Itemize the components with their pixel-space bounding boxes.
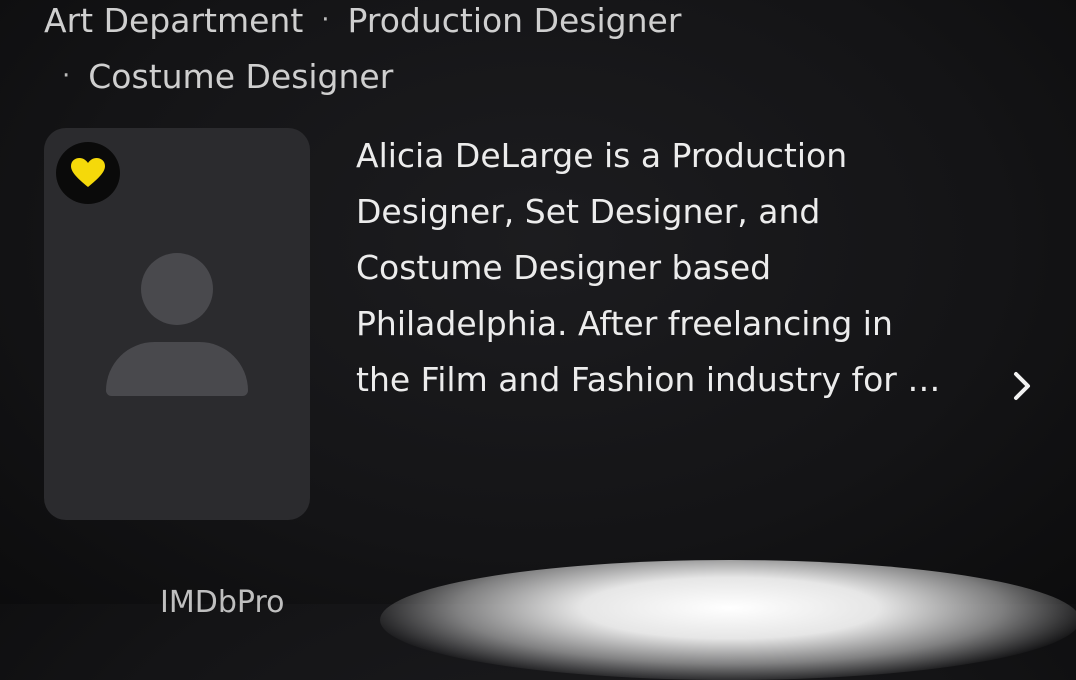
favorite-button[interactable] [56, 142, 120, 204]
role-production-designer[interactable]: Production Designer [348, 1, 682, 40]
bio-line: the Film and Fashion industry for … [356, 360, 941, 399]
separator: · [321, 5, 330, 35]
bio-line: Philadelphia. After freelancing in [356, 304, 893, 343]
bio-text[interactable]: Alicia DeLarge is a Production Designer,… [356, 128, 1016, 408]
chevron-right-icon [1014, 372, 1030, 400]
bio-line: Costume Designer based [356, 248, 772, 287]
profile-photo-card[interactable] [44, 128, 310, 520]
role-costume-designer[interactable]: Costume Designer [88, 57, 393, 96]
role-art-department[interactable]: Art Department [44, 1, 303, 40]
bio-line: Designer, Set Designer, and [356, 192, 821, 231]
avatar-head [141, 253, 213, 325]
roles-line-2: · Costume Designer [62, 56, 393, 97]
heart-icon [71, 158, 105, 187]
bio-line: Alicia DeLarge is a Production [356, 136, 848, 175]
avatar-body [106, 342, 248, 396]
roles-line-1: Art Department · Production Designer [44, 0, 681, 41]
imdbpro-label[interactable]: IMDbPro [160, 588, 284, 618]
bio-expand-button[interactable] [1004, 362, 1040, 410]
light-glare [380, 560, 1076, 680]
separator: · [62, 61, 71, 91]
